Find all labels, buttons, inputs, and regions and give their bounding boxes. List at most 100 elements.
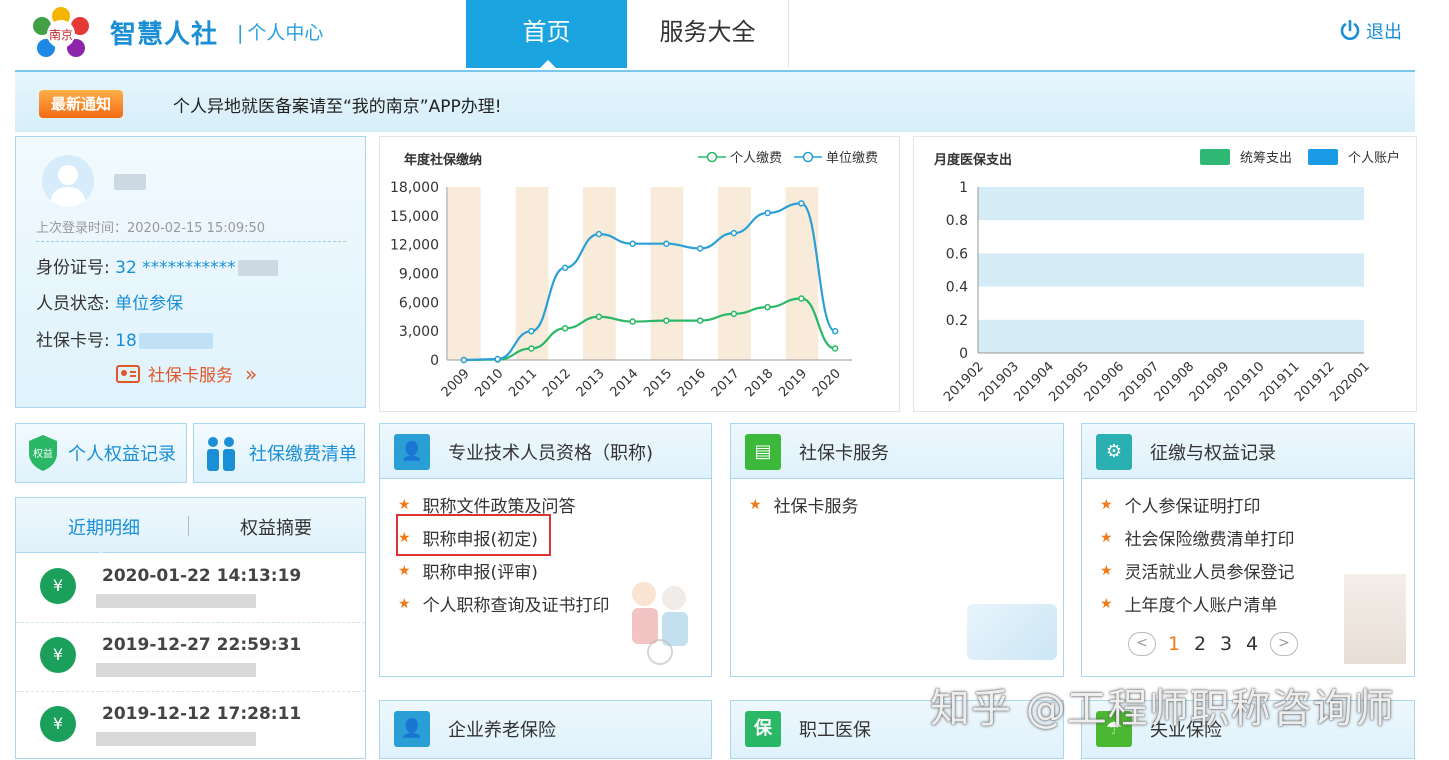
rights-record-label: 个人权益记录 — [68, 444, 176, 465]
category-band — [785, 187, 819, 360]
x-tick-label: 2010 — [472, 366, 506, 400]
y-tick-label: 6,000 — [399, 295, 439, 311]
data-point — [528, 327, 535, 335]
power-icon — [1340, 19, 1360, 40]
id-label: 身份证号: — [36, 258, 110, 278]
service-link[interactable]: ★ 职称申报(评审) — [398, 554, 610, 587]
star-icon: ★ — [398, 595, 411, 612]
list-item[interactable]: ¥ 2019-12-12 17:28:11 — [16, 692, 365, 760]
username-redacted — [114, 171, 146, 190]
service-link[interactable]: ★ 社保卡服务 — [749, 488, 859, 521]
service-card-header: 👤 企业养老保险 — [380, 701, 711, 758]
nav-tab-home[interactable]: 首页 — [466, 0, 627, 68]
documents-illustration — [1344, 574, 1406, 664]
data-point — [798, 295, 805, 302]
last-login-time: 上次登录时间：2020-02-15 15:09:50 — [36, 221, 266, 236]
card-service-link[interactable]: 社保卡服务 » — [116, 361, 257, 386]
elderly-illustration — [632, 582, 688, 665]
service-link-label: 职称申报(评审) — [422, 563, 538, 583]
x-tick-label: 2017 — [709, 366, 743, 400]
monthly-medical-chart: 月度医保支出 统筹支出 个人账户 0 0.2 0.4 0.6 0.8 1 201902 201… — [913, 136, 1417, 412]
logout-label: 退出 — [1366, 22, 1402, 43]
user-icon — [50, 165, 86, 207]
page-number[interactable]: 3 — [1218, 633, 1234, 655]
notice-badge: 最新通知 — [39, 90, 123, 118]
service-link-label: 个人职称查询及证书打印 — [422, 596, 610, 616]
list-item[interactable]: ¥ 2019-12-27 22:59:31 — [16, 623, 365, 692]
redacted-text — [96, 663, 256, 677]
yuan-icon: ¥ — [40, 706, 76, 742]
x-tick-label: 2014 — [607, 366, 641, 400]
user-settings-icon: ⚙ — [1096, 434, 1132, 470]
tab-rights-summary[interactable]: 权益摘要 — [240, 514, 312, 540]
service-link[interactable]: ★ 个人参保证明打印 — [1100, 488, 1295, 521]
data-point — [629, 240, 636, 247]
service-link[interactable]: ★ 个人职称查询及证书打印 — [398, 587, 610, 620]
rights-badge-text: 权益 — [33, 447, 53, 460]
logout-button[interactable]: 退出 — [1338, 18, 1402, 44]
svg-text:南京: 南京 — [49, 27, 73, 42]
yuan-icon: ¥ — [40, 568, 76, 604]
y-tick-label: 15,000 — [390, 209, 439, 225]
notice-text[interactable]: 个人异地就医备案请至“我的南京”APP办理! — [173, 92, 502, 117]
active-tab-indicator — [94, 546, 108, 554]
rights-record-button[interactable]: 权益 个人权益记录 — [15, 423, 187, 483]
service-card-title: 职工医保 — [799, 720, 871, 741]
data-point — [561, 325, 569, 332]
value-band — [978, 187, 1364, 221]
sub-brand: | 个人中心 — [237, 22, 324, 44]
line-chart-canvas: 03,0006,0009,00012,00015,00018,0002009 20… — [390, 180, 852, 400]
data-point — [629, 318, 636, 325]
service-link[interactable]: ★ 灵活就业人员参保登记 — [1100, 554, 1295, 587]
status-row: 人员状态: 单位参保 — [36, 289, 183, 314]
header: 南京 智慧人社 | 个人中心 首页 服务大全 退出 — [0, 0, 1449, 68]
category-band — [448, 187, 481, 360]
star-icon: ★ — [1100, 529, 1113, 546]
service-card-title: 社保卡服务 — [799, 443, 889, 464]
service-link-label: 灵活就业人员参保登记 — [1124, 563, 1295, 583]
person-icon: 👤 — [394, 434, 430, 470]
category-band — [650, 187, 684, 360]
page-number[interactable]: 4 — [1244, 633, 1260, 655]
list-item-time: 2019-12-12 17:28:11 — [102, 704, 302, 724]
service-card-pension: 👤 企业养老保险 — [379, 700, 712, 759]
service-card-title: 专业技术人员资格（职称) — [448, 443, 654, 464]
page-number[interactable]: 2 — [1192, 633, 1208, 655]
service-link[interactable]: ★ 社会保险缴费清单打印 — [1100, 521, 1295, 554]
star-icon: ★ — [1100, 562, 1113, 579]
person-icon: 👤 — [394, 711, 430, 747]
data-point — [561, 264, 569, 271]
service-link-label: 个人参保证明打印 — [1124, 497, 1261, 517]
x-tick-label: 2009 — [439, 366, 473, 400]
service-link-label: 社保卡服务 — [773, 497, 859, 517]
payment-list-button[interactable]: 社保缴费清单 — [193, 423, 365, 483]
annual-contribution-chart: 年度社保缴纳 个人缴费 单位缴费 0 3,000 6,000 9,000 12,000 1… — [379, 136, 900, 412]
highlight-box — [396, 514, 551, 556]
prev-page-button[interactable]: < — [1128, 632, 1156, 656]
next-page-button[interactable]: > — [1270, 632, 1298, 656]
page-number[interactable]: 1 — [1166, 633, 1182, 655]
x-tick-label: 2018 — [742, 366, 776, 400]
y-tick-label: 3,000 — [399, 324, 439, 340]
tab-recent-details[interactable]: 近期明细 — [68, 514, 140, 540]
y-tick-label: 12,000 — [390, 238, 439, 254]
star-icon: ★ — [398, 496, 411, 513]
nav-tab-services[interactable]: 服务大全 — [627, 0, 789, 68]
card-icon — [116, 364, 140, 383]
pagination: < 1 2 3 4 > — [1128, 632, 1298, 656]
star-icon: ★ — [398, 562, 411, 579]
x-tick-label: 2015 — [641, 366, 675, 400]
card-illustration — [967, 604, 1057, 660]
y-tick-label: 0.6 — [946, 246, 968, 262]
data-point — [696, 245, 704, 252]
service-link[interactable]: ★ 上年度个人账户清单 — [1100, 587, 1295, 620]
list-item[interactable]: ¥ 2020-01-22 14:13:19 — [16, 554, 365, 623]
list-item-time: 2020-01-22 14:13:19 — [102, 566, 302, 586]
data-point — [663, 240, 670, 247]
active-indicator — [540, 60, 556, 68]
id-card-icon: ▤ — [745, 434, 781, 470]
star-icon: ★ — [749, 496, 762, 513]
status-value: 单位参保 — [115, 294, 184, 314]
data-point — [494, 355, 501, 363]
service-card-header: 👤 专业技术人员资格（职称) — [380, 424, 711, 479]
